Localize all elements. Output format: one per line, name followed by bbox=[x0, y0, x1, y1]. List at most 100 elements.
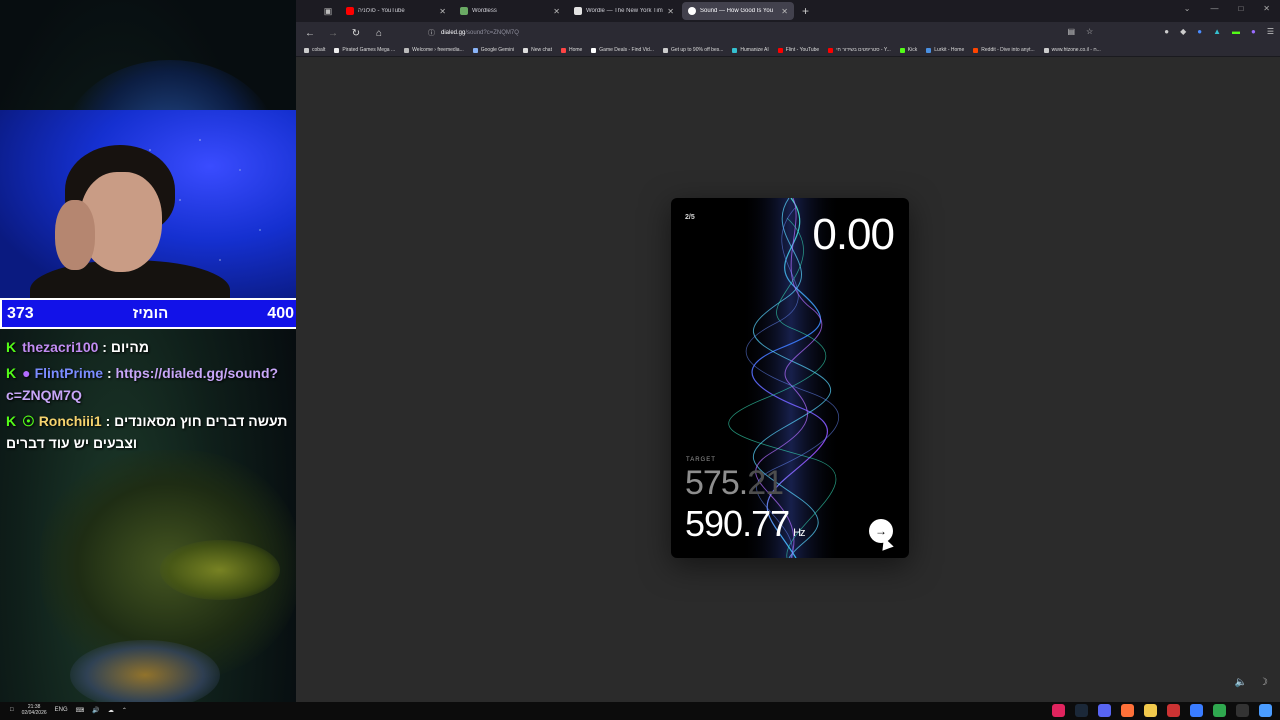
stream-chat: Kthezacri100 : מהיום K ● FlintPrime : http… bbox=[6, 336, 291, 458]
bookmark-favicon-icon bbox=[777, 47, 783, 53]
sound-favicon-icon bbox=[688, 7, 696, 15]
bookmark-favicon-icon bbox=[472, 47, 478, 53]
url-host: dialed.gg bbox=[441, 30, 466, 36]
app-steam-icon[interactable] bbox=[1075, 704, 1088, 717]
url-bar[interactable]: ⓘ dialed.gg/sound?c=ZNQM7Q bbox=[428, 25, 1048, 41]
forward-icon[interactable]: → bbox=[324, 28, 342, 39]
menu-icon[interactable]: ☰ bbox=[1267, 27, 1274, 36]
home-icon[interactable]: ⌂ bbox=[370, 28, 388, 39]
target-frequency: 575.21 bbox=[685, 464, 784, 502]
volume-tray-icon[interactable]: 🔊 bbox=[92, 707, 99, 714]
tab-wordle[interactable]: Wordle — The New York Times ✕ bbox=[568, 2, 680, 20]
bookmark-item[interactable]: Home bbox=[560, 47, 582, 53]
close-icon[interactable]: ✕ bbox=[439, 7, 446, 16]
reader-view-icon[interactable]: ▤ bbox=[1067, 27, 1075, 36]
bookmark-item[interactable]: Reddit - Dive into anyt... bbox=[973, 47, 1035, 53]
bookmark-item[interactable]: Pirated Games Mega ... bbox=[334, 47, 395, 53]
app-terminal-icon[interactable] bbox=[1236, 704, 1249, 717]
tab-wordless[interactable]: Wordless ✕ bbox=[454, 2, 566, 20]
bookmark-item[interactable]: cobalt bbox=[304, 47, 325, 53]
current-frequency: 590.77 Hz bbox=[685, 503, 806, 544]
app-green-icon[interactable] bbox=[1213, 704, 1226, 717]
extension-blue-icon[interactable]: ● bbox=[1197, 27, 1202, 36]
bookmark-item[interactable]: Lurkit - Home bbox=[926, 47, 964, 53]
tab-list-icon[interactable]: ▣ bbox=[318, 0, 338, 22]
back-icon[interactable]: ← bbox=[301, 28, 319, 39]
app-obs-icon[interactable] bbox=[1167, 704, 1180, 717]
frequency-unit: Hz bbox=[793, 527, 805, 539]
score-left: 373 bbox=[7, 304, 34, 322]
network-icon[interactable]: ☁ bbox=[108, 707, 114, 714]
bookmark-favicon-icon bbox=[828, 47, 834, 53]
chat-username: FlintPrime bbox=[34, 365, 104, 381]
round-progress: 2/5 bbox=[685, 214, 695, 221]
volume-icon[interactable]: 🔈 bbox=[1235, 677, 1247, 688]
chat-message: Kthezacri100 : מהיום bbox=[6, 336, 291, 358]
extension-translate-icon[interactable]: ▲ bbox=[1213, 27, 1221, 36]
notification-icon[interactable]: □ bbox=[10, 707, 14, 713]
page-content: 2/5 0.00 TARGET 575.21 590.77 Hz → 🔈 ☽ bbox=[296, 57, 1280, 702]
bookmark-star-icon[interactable]: ☆ bbox=[1086, 27, 1093, 36]
reload-icon[interactable]: ↻ bbox=[347, 28, 365, 39]
bookmark-favicon-icon bbox=[304, 47, 309, 53]
bookmark-item[interactable]: Get up to 90% off bes... bbox=[662, 47, 723, 53]
bookmark-favicon-icon bbox=[926, 47, 932, 53]
close-icon[interactable]: ✕ bbox=[553, 7, 560, 16]
target-label: TARGET bbox=[686, 457, 716, 463]
bookmark-item[interactable]: www.htzone.co.il - ח... bbox=[1043, 47, 1101, 53]
bookmark-favicon-icon bbox=[973, 47, 979, 53]
bookmark-item[interactable]: Welcome › freemedia... bbox=[404, 47, 464, 53]
app-youtube-icon[interactable] bbox=[1052, 704, 1065, 717]
bookmark-item[interactable]: Kick bbox=[899, 47, 917, 53]
wordless-favicon-icon bbox=[460, 7, 468, 15]
maximize-icon[interactable]: □ bbox=[1238, 4, 1243, 13]
chat-text: : bbox=[103, 365, 116, 381]
close-icon[interactable]: ✕ bbox=[667, 7, 674, 16]
bookmark-item[interactable]: Google Gemini bbox=[472, 47, 514, 53]
app-blue-icon[interactable] bbox=[1190, 704, 1203, 717]
keyboard-icon[interactable]: ⌨ bbox=[76, 707, 85, 714]
dark-mode-moon-icon[interactable]: ☽ bbox=[1259, 677, 1268, 688]
new-tab-icon[interactable]: + bbox=[802, 4, 809, 18]
close-icon[interactable]: ✕ bbox=[781, 7, 788, 16]
extension-green-icon[interactable]: ▬ bbox=[1232, 27, 1240, 36]
app-discord-icon[interactable] bbox=[1098, 704, 1111, 717]
tray-expand-icon[interactable]: ⌃ bbox=[122, 707, 127, 714]
bookmark-item[interactable]: Flint - YouTube bbox=[777, 47, 819, 53]
minimize-icon[interactable]: — bbox=[1210, 4, 1218, 13]
extension-purple-icon[interactable]: ● bbox=[1251, 27, 1256, 36]
kick-badge-icon: K bbox=[6, 365, 17, 381]
chat-text: : מהיום bbox=[98, 339, 150, 355]
window-controls: ⌄ — □ ✕ bbox=[1184, 4, 1270, 13]
language-indicator[interactable]: ENG bbox=[55, 707, 68, 713]
bookmark-item[interactable]: Game Deals - Find Vid... bbox=[591, 47, 654, 53]
webcam-feed bbox=[0, 110, 300, 298]
bookmark-favicon-icon bbox=[591, 47, 597, 53]
tab-bar: ▣ סולוניה - YouTube ✕ Wordless ✕ Wordle … bbox=[296, 0, 1280, 22]
taskbar-clock[interactable]: 21:38 02/04/2026 bbox=[22, 704, 47, 716]
bookmark-item[interactable]: Humanize AI bbox=[732, 47, 769, 53]
bookmark-favicon-icon bbox=[404, 47, 410, 53]
list-all-tabs-icon[interactable]: ⌄ bbox=[1184, 4, 1191, 13]
taskbar-apps bbox=[1052, 704, 1272, 717]
chat-username: thezacri100 bbox=[22, 339, 99, 355]
extensions-icon[interactable]: ◆ bbox=[1180, 27, 1186, 36]
start-menu-icon[interactable] bbox=[1259, 704, 1272, 717]
bookmark-favicon-icon bbox=[523, 47, 529, 53]
timer-display: 0.00 bbox=[812, 210, 895, 259]
app-explorer-icon[interactable] bbox=[1144, 704, 1157, 717]
bookmark-item[interactable]: סטריפטים בשידור חי - Y... bbox=[828, 47, 891, 53]
bookmark-item[interactable]: New chat bbox=[523, 47, 552, 53]
site-info-icon[interactable]: ⓘ bbox=[428, 28, 435, 38]
close-window-icon[interactable]: ✕ bbox=[1263, 4, 1270, 13]
tab-sound[interactable]: Sound — How Good Is You ✕ bbox=[682, 2, 794, 20]
account-icon[interactable]: ● bbox=[1164, 27, 1169, 36]
kick-badge-icon: K bbox=[6, 413, 17, 429]
toolbar-extensions: ▤ ☆ ● ◆ ● ▲ ▬ ● ☰ bbox=[1067, 27, 1274, 36]
bookmark-favicon-icon bbox=[334, 47, 340, 53]
tab-youtube[interactable]: סולוניה - YouTube ✕ bbox=[340, 2, 452, 20]
chat-message: K ☉ Ronchiii1 : תעשה דברים חוץ מסאונדים וצ… bbox=[6, 410, 291, 454]
bookmark-favicon-icon bbox=[1043, 47, 1049, 53]
bookmark-favicon-icon bbox=[732, 47, 738, 53]
app-firefox-icon[interactable] bbox=[1121, 704, 1134, 717]
